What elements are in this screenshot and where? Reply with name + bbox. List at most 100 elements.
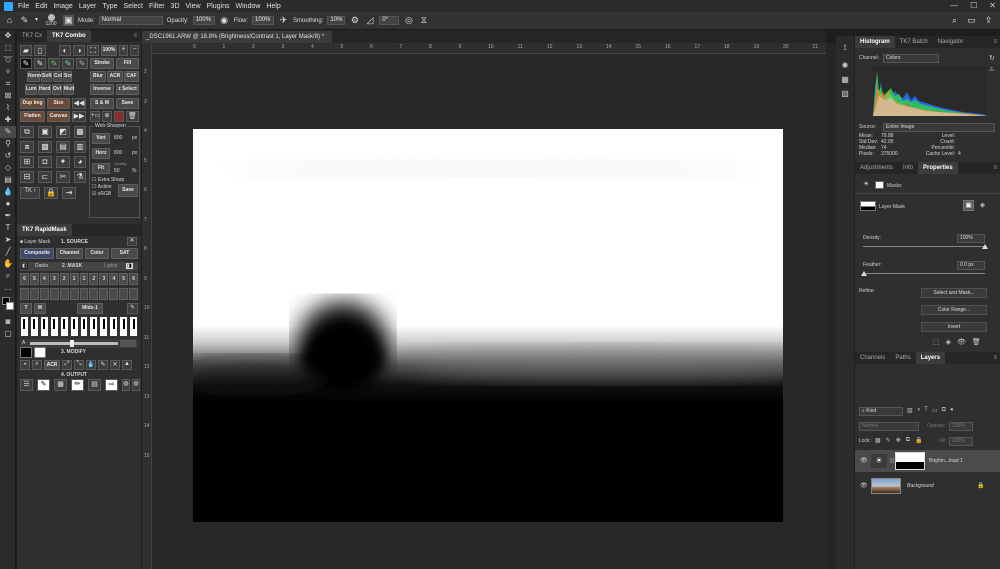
- fill-button[interactable]: Fill: [116, 58, 139, 69]
- plus-icon[interactable]: +: [119, 45, 128, 56]
- luminosity-button[interactable]: 4: [39, 273, 49, 285]
- mode-select[interactable]: Normal: [98, 16, 163, 25]
- lum-slot[interactable]: [79, 288, 89, 300]
- blur-button[interactable]: Blur: [90, 71, 106, 82]
- dodge-tool-icon[interactable]: ●: [0, 198, 16, 210]
- chevron-down-icon[interactable]: ▾: [34, 15, 39, 26]
- lum-button[interactable]: Lum: [25, 84, 37, 95]
- half-circle-icon[interactable]: ◐: [59, 45, 71, 56]
- flatten-button[interactable]: Flatten: [20, 111, 45, 122]
- load-selection-icon[interactable]: ⬚: [933, 338, 940, 346]
- refresh-icon[interactable]: ↻: [989, 54, 995, 62]
- trash-icon[interactable]: 🗑: [972, 338, 981, 346]
- select-mask-icon[interactable]: ▣: [963, 200, 974, 211]
- stroke-button[interactable]: Stroke: [90, 58, 114, 69]
- minus-icon[interactable]: −: [130, 45, 139, 56]
- white-swatch[interactable]: [34, 347, 46, 358]
- blend-mode-select[interactable]: Normal: [859, 422, 919, 431]
- tab-layers[interactable]: Layers: [915, 352, 946, 364]
- pencil-output-icon[interactable]: ✏: [71, 379, 84, 391]
- healing-tool-icon[interactable]: ✚: [0, 114, 16, 126]
- inverse-button[interactable]: Inverse: [90, 84, 114, 95]
- quality-value[interactable]: 50: [114, 168, 120, 174]
- apply-mask-icon[interactable]: ◈: [946, 338, 951, 346]
- menu-filter[interactable]: Filter: [149, 3, 165, 10]
- ruler-icon[interactable]: ⊏: [38, 171, 52, 183]
- luminosity-button[interactable]: 6: [129, 273, 139, 285]
- dropper-icon[interactable]: ⚗: [74, 171, 86, 183]
- tone-key[interactable]: [79, 316, 89, 337]
- fast-forward-icon[interactable]: ▶▶: [72, 111, 86, 122]
- layer-mask-icon[interactable]: ◩: [56, 126, 70, 138]
- layer-mask-thumbnail[interactable]: [860, 201, 876, 211]
- tone-key[interactable]: [109, 316, 119, 337]
- modify-slider[interactable]: [30, 342, 118, 345]
- pressure-size-icon[interactable]: ◎: [403, 15, 414, 26]
- gradient-tool-icon[interactable]: ▤: [0, 174, 16, 186]
- mids-button[interactable]: Mids-1: [77, 303, 103, 314]
- tab-paths[interactable]: Paths: [890, 352, 915, 364]
- lum-slot[interactable]: [20, 288, 29, 300]
- tk-button[interactable]: TK ›: [20, 187, 40, 199]
- history-panel-icon[interactable]: ⟟: [836, 42, 854, 54]
- select-and-mask-button[interactable]: Select and Mask...: [921, 288, 987, 298]
- tab-tk7-combo[interactable]: TK7 Combo: [47, 30, 91, 42]
- panel-menu-icon[interactable]: ≡: [133, 33, 141, 39]
- black-swatch[interactable]: [20, 347, 32, 358]
- lum-slot[interactable]: [69, 288, 79, 300]
- stamp-tool-icon[interactable]: ⚲: [0, 138, 16, 150]
- x-icon[interactable]: ✕: [110, 360, 120, 370]
- tone-key[interactable]: [39, 316, 49, 337]
- channel-select[interactable]: Colors: [883, 54, 939, 63]
- pen-tool-icon[interactable]: ✒: [0, 210, 16, 222]
- lum-slot[interactable]: [119, 288, 129, 300]
- adjustment-filter-icon[interactable]: ◑: [917, 407, 921, 414]
- lum-slot[interactable]: [39, 288, 49, 300]
- layer-group-icon[interactable]: ▩: [38, 141, 52, 153]
- layer-link-icon[interactable]: ▤: [56, 141, 70, 153]
- luminosity-button[interactable]: 1: [79, 273, 89, 285]
- srgb-checkbox[interactable]: ☑ sRGB: [92, 191, 111, 197]
- expand-arrows-icon[interactable]: ⤢: [62, 360, 72, 370]
- layer-fill-icon[interactable]: ▦: [74, 126, 86, 138]
- density-slider-thumb[interactable]: [982, 244, 988, 249]
- tab-channels[interactable]: Channels: [855, 352, 890, 364]
- layer-row[interactable]: 👁 Background 🔒: [855, 475, 1000, 497]
- pen-output-icon[interactable]: ✎: [37, 379, 50, 391]
- s-and-m-button[interactable]: S & M: [90, 98, 114, 109]
- swatches-icon[interactable]: ▦: [836, 74, 854, 86]
- scr-button[interactable]: Scr: [63, 71, 72, 82]
- line-tool-icon[interactable]: ╱: [0, 246, 16, 258]
- brush-tool-icon[interactable]: ✎: [0, 126, 16, 138]
- airbrush-icon[interactable]: ✈: [278, 15, 289, 26]
- extra-sharp-checkbox[interactable]: ☐ Extra Sharp: [92, 177, 124, 183]
- luminosity-button[interactable]: 4: [109, 273, 119, 285]
- modify-slider-thumb[interactable]: [70, 340, 74, 347]
- move-tool-icon[interactable]: ✥: [0, 30, 16, 42]
- lum-slot[interactable]: [129, 288, 139, 300]
- more-tools-icon[interactable]: …: [0, 282, 16, 294]
- edit-brush-icon[interactable]: ✎: [127, 303, 138, 314]
- quick-select-tool-icon[interactable]: ✧: [0, 66, 16, 78]
- wand-icon[interactable]: ✦: [56, 156, 70, 168]
- export-icon[interactable]: ⇥: [62, 187, 76, 199]
- luminosity-button[interactable]: 3: [99, 273, 109, 285]
- vertical-ruler[interactable]: 2 3 4 5 6 7 8 9 10 11 12 13 14 15: [142, 43, 152, 569]
- menu-view[interactable]: View: [186, 3, 201, 10]
- fit-button[interactable]: Fit: [92, 163, 110, 174]
- quick-mask-icon[interactable]: ◙: [0, 316, 16, 328]
- lock-image-icon[interactable]: ✎: [886, 437, 891, 444]
- tab-navigator[interactable]: Navigator: [933, 36, 969, 48]
- history-brush-icon[interactable]: ↺: [0, 150, 16, 162]
- mask-mini-icon[interactable]: [875, 181, 884, 189]
- modify-value[interactable]: [120, 340, 136, 347]
- search-icon[interactable]: ⌕: [949, 15, 960, 26]
- visibility-eye-icon[interactable]: 👁: [860, 457, 868, 464]
- arrow-output-icon[interactable]: ⇨: [105, 379, 118, 391]
- canvas-button[interactable]: Canvas: [47, 111, 70, 122]
- droplet-icon[interactable]: 💧: [86, 360, 96, 370]
- tone-key[interactable]: [129, 316, 139, 337]
- zoom-tool-icon[interactable]: ⌕: [0, 270, 16, 282]
- darks-toggle-icon[interactable]: ◧: [21, 263, 28, 269]
- z-select-button[interactable]: z Select: [116, 84, 139, 95]
